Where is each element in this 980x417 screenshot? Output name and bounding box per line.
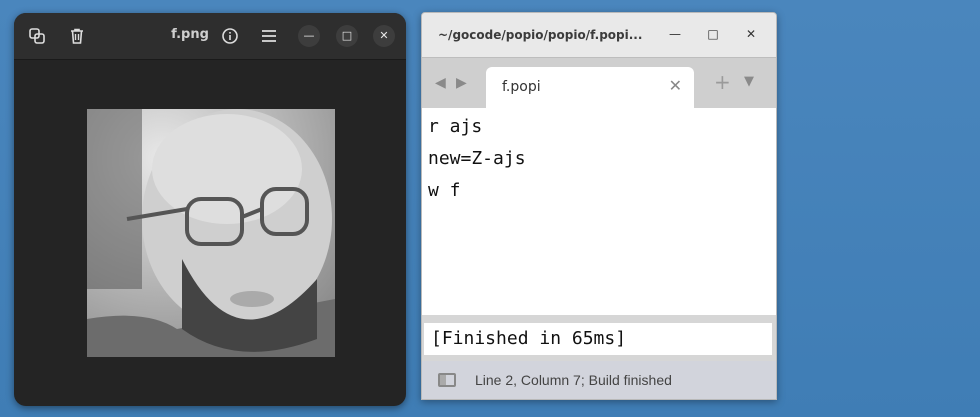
tab-f-popi[interactable]: f.popi ✕ (486, 67, 694, 109)
image-viewer-window: f.png — □ ✕ (14, 13, 406, 406)
code-line: new=Z-ajs (428, 148, 526, 169)
tab-label: f.popi (502, 79, 541, 95)
tab-back-icon[interactable]: ◀ (435, 75, 446, 91)
maximize-button[interactable]: □ (336, 25, 358, 47)
editor-close-icon[interactable]: ✕ (742, 25, 760, 43)
sidebar-toggle-icon[interactable] (438, 373, 456, 387)
editor-window-title: ~/gocode/popio/popio/f.popi... (438, 28, 643, 42)
code-line: r ajs (428, 116, 483, 137)
close-icon: ✕ (379, 29, 389, 42)
editor-minimize-icon[interactable]: — (666, 25, 684, 43)
minimize-icon: — (303, 29, 315, 42)
tab-close-icon[interactable]: ✕ (669, 76, 682, 95)
code-editor[interactable]: r ajs new=Z-ajs w f (422, 108, 776, 315)
menu-icon[interactable] (260, 27, 278, 45)
status-text: Line 2, Column 7; Build finished (475, 372, 672, 388)
tab-bar: ◀ ▶ f.popi ✕ + ▼ (422, 57, 776, 109)
new-tab-icon[interactable]: + (714, 70, 731, 94)
tab-forward-icon[interactable]: ▶ (456, 75, 467, 91)
info-icon[interactable] (221, 27, 239, 45)
tab-menu-icon[interactable]: ▼ (744, 74, 754, 89)
trash-icon[interactable] (68, 27, 86, 45)
copy-icon[interactable] (28, 27, 46, 45)
editor-maximize-icon[interactable]: □ (704, 25, 722, 43)
minimize-button[interactable]: — (298, 25, 320, 47)
editor-window: ~/gocode/popio/popio/f.popi... — □ ✕ ◀ ▶… (421, 12, 777, 400)
displayed-photo (87, 109, 335, 357)
editor-titlebar: ~/gocode/popio/popio/f.popi... — □ ✕ (422, 13, 776, 57)
close-button[interactable]: ✕ (373, 25, 395, 47)
maximize-icon: □ (341, 29, 353, 42)
build-output-text[interactable]: [Finished in 65ms] (424, 323, 772, 355)
build-output-panel: [Finished in 65ms] (422, 315, 776, 361)
code-line: w f (428, 180, 461, 201)
viewer-headerbar: f.png — □ ✕ (14, 13, 406, 60)
status-bar: Line 2, Column 7; Build finished (422, 361, 776, 399)
